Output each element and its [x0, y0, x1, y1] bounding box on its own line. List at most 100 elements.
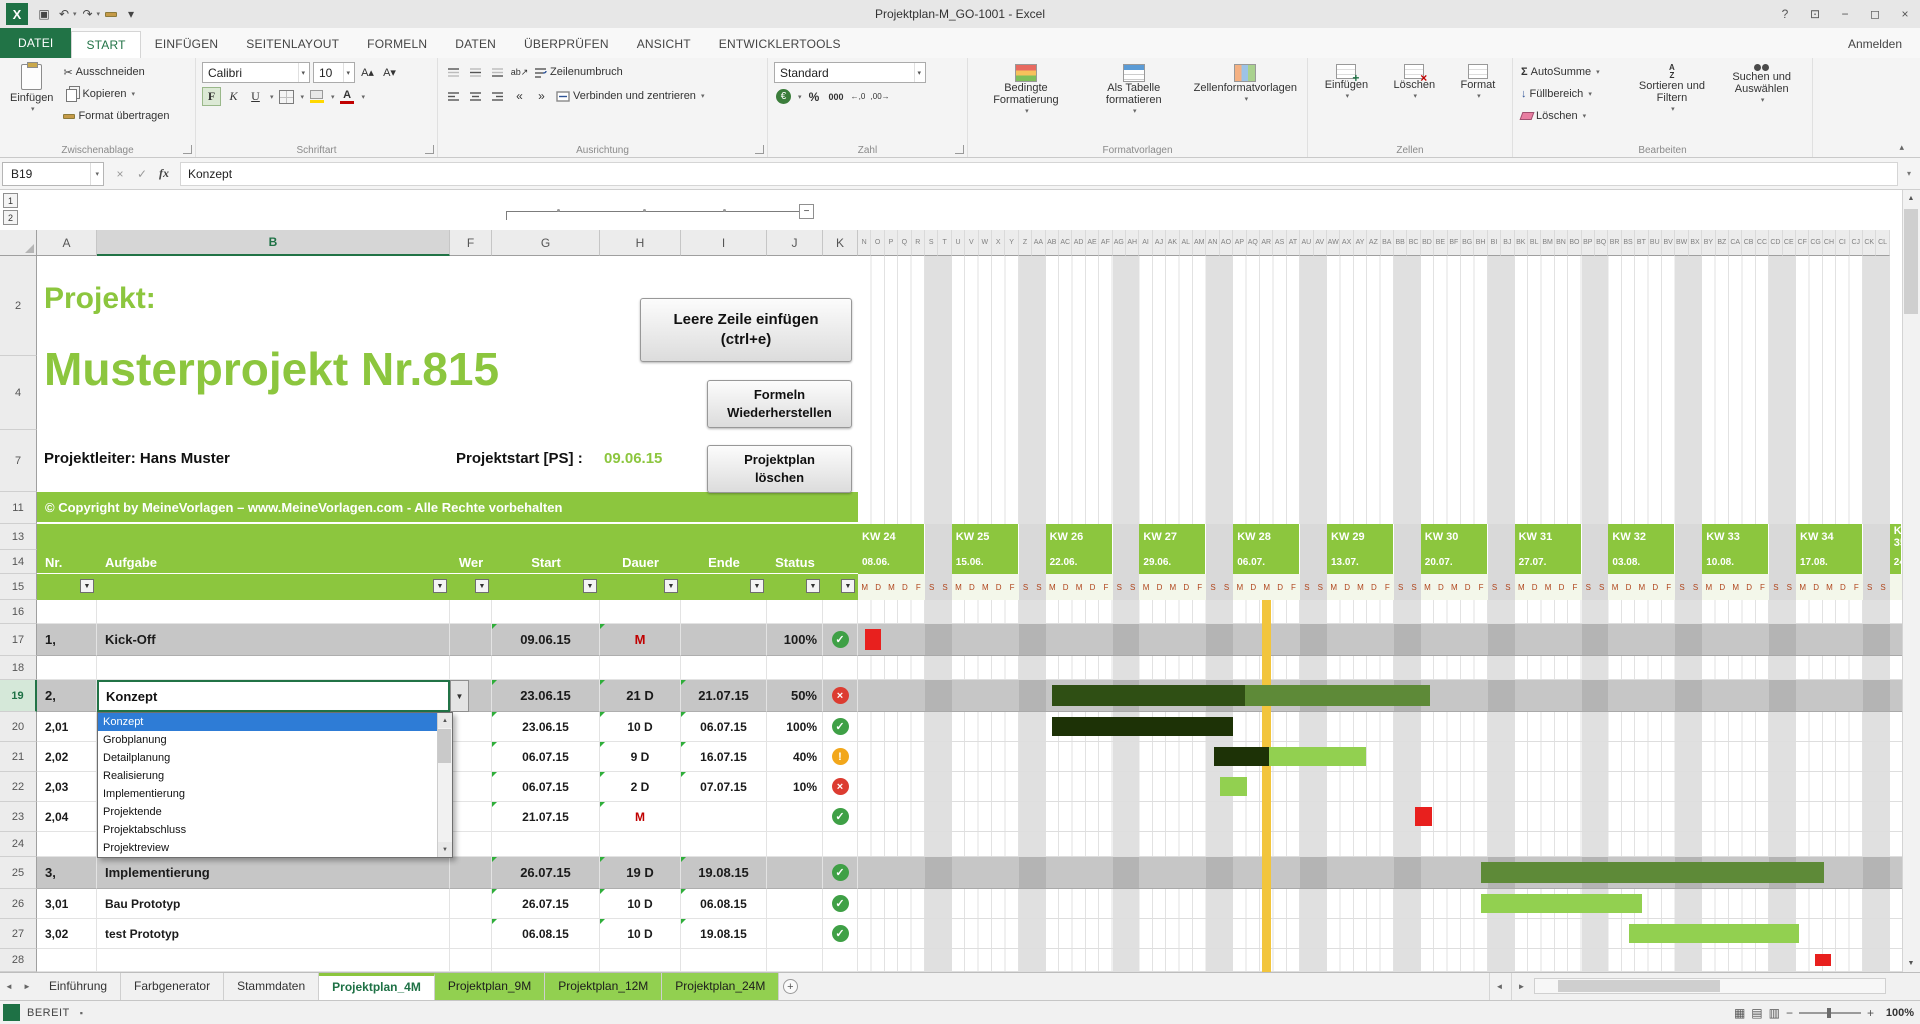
- cell-H22[interactable]: 2 D: [600, 772, 681, 802]
- cell-K23[interactable]: ✓: [823, 802, 858, 832]
- cell-A18[interactable]: [37, 656, 97, 680]
- align-right-icon[interactable]: [488, 87, 507, 106]
- ribbon-tab-entwicklertools[interactable]: ENTWICKLERTOOLS: [705, 31, 855, 58]
- row-header-18[interactable]: 18: [0, 656, 37, 680]
- number-format-select[interactable]: Standard▾: [774, 62, 926, 83]
- cell-B26[interactable]: Bau Prototyp: [97, 889, 450, 919]
- sign-in-link[interactable]: Anmelden: [1848, 31, 1920, 58]
- row-header-7[interactable]: 7: [0, 430, 37, 492]
- cell-styles-dropdown-icon[interactable]: ▾: [1245, 94, 1249, 106]
- restore-button[interactable]: ◻: [1860, 0, 1890, 28]
- help-icon[interactable]: ?: [1770, 0, 1800, 28]
- format-painter-quick-icon[interactable]: [102, 4, 120, 24]
- italic-button[interactable]: K: [224, 87, 243, 106]
- borders-dropdown-icon[interactable]: ▾: [301, 93, 305, 101]
- format-as-table-button[interactable]: Als Tabelle formatieren ▾: [1082, 62, 1186, 142]
- dialog-launcher-icon[interactable]: [425, 145, 434, 154]
- excel-app-icon[interactable]: X: [6, 3, 28, 25]
- cell-A26[interactable]: 3,01: [37, 889, 97, 919]
- align-left-icon[interactable]: [444, 87, 463, 106]
- dropdown-item-5[interactable]: Projektende: [98, 803, 437, 821]
- cell-F22[interactable]: [450, 772, 492, 802]
- cell-G18[interactable]: [492, 656, 600, 680]
- formula-input[interactable]: Konzept: [180, 162, 1898, 186]
- cell-I26[interactable]: 06.08.15: [681, 889, 767, 919]
- clear-plan-button[interactable]: Projektplanlöschen: [707, 445, 852, 493]
- cell-A22[interactable]: 2,03: [37, 772, 97, 802]
- cell-H25[interactable]: 19 D: [600, 857, 681, 889]
- decrease-indent-icon[interactable]: «: [510, 87, 529, 106]
- cell-I27[interactable]: 19.08.15: [681, 919, 767, 949]
- filter-button-J[interactable]: ▼: [806, 579, 820, 593]
- font-size-dropdown-icon[interactable]: ▾: [343, 63, 352, 82]
- paste-button[interactable]: Einfügen ▾: [6, 62, 57, 142]
- cell-I24[interactable]: [681, 832, 767, 857]
- ribbon-display-options-icon[interactable]: ⊡: [1800, 0, 1830, 28]
- select-all-button[interactable]: [0, 230, 37, 256]
- row-header-11[interactable]: 11: [0, 492, 37, 524]
- cell-A17[interactable]: 1,: [37, 624, 97, 656]
- sheet-tab-farbgenerator[interactable]: Farbgenerator: [121, 973, 224, 1000]
- clear-dropdown-icon[interactable]: ▾: [1583, 112, 1587, 120]
- sort-filter-dropdown-icon[interactable]: ▾: [1671, 104, 1675, 116]
- outline-level-1[interactable]: 1: [3, 193, 18, 208]
- sheet-tab-projektplan-9m[interactable]: Projektplan_9M: [435, 973, 545, 1000]
- cell-K25[interactable]: ✓: [823, 857, 858, 889]
- collapse-ribbon-icon[interactable]: ▴: [1899, 142, 1904, 153]
- cell-G25[interactable]: 26.07.15: [492, 857, 600, 889]
- filter-button-F[interactable]: ▼: [475, 579, 489, 593]
- cell-J22[interactable]: 10%: [767, 772, 823, 802]
- dropdown-scroll-up-icon[interactable]: ▲: [437, 713, 452, 728]
- cell-A20[interactable]: 2,01: [37, 712, 97, 742]
- cell-B28[interactable]: [97, 949, 450, 972]
- row-header-14[interactable]: 14: [0, 550, 37, 574]
- cell-H24[interactable]: [600, 832, 681, 857]
- insert-cells-button[interactable]: Einfügen ▾: [1321, 62, 1372, 142]
- cell-F18[interactable]: [450, 656, 492, 680]
- ribbon-tab-formeln[interactable]: FORMELN: [353, 31, 441, 58]
- insert-empty-row-button[interactable]: Leere Zeile einfügen(ctrl+e): [640, 298, 852, 362]
- cell-K20[interactable]: ✓: [823, 712, 858, 742]
- align-middle-icon[interactable]: [466, 63, 485, 82]
- vscroll-down-icon[interactable]: ▼: [1902, 955, 1920, 972]
- delete-cells-dropdown-icon[interactable]: ▾: [1414, 91, 1418, 103]
- increase-decimal-icon[interactable]: ←,0: [849, 87, 868, 106]
- ribbon-tab-daten[interactable]: DATEN: [441, 31, 510, 58]
- cell-K16[interactable]: [823, 600, 858, 624]
- conditional-dropdown-icon[interactable]: ▾: [1025, 106, 1029, 118]
- cell-K24[interactable]: [823, 832, 858, 857]
- cell-F27[interactable]: [450, 919, 492, 949]
- cell-A23[interactable]: 2,04: [37, 802, 97, 832]
- minimize-button[interactable]: −: [1830, 0, 1860, 28]
- paste-dropdown-icon[interactable]: ▾: [31, 104, 35, 116]
- cell-I20[interactable]: 06.07.15: [681, 712, 767, 742]
- filter-button-A[interactable]: ▼: [80, 579, 94, 593]
- vscroll-thumb[interactable]: [1904, 209, 1918, 314]
- dropdown-item-7[interactable]: Projektreview: [98, 839, 437, 857]
- selected-cell[interactable]: Konzept: [97, 680, 450, 712]
- row-header-16[interactable]: 16: [0, 600, 37, 624]
- ribbon-tab-ansicht[interactable]: ANSICHT: [623, 31, 705, 58]
- cell-K28[interactable]: [823, 949, 858, 972]
- cell-J25[interactable]: [767, 857, 823, 889]
- enter-icon[interactable]: ✓: [132, 167, 152, 181]
- cell-B25[interactable]: Implementierung: [97, 857, 450, 889]
- cell-A28[interactable]: [37, 949, 97, 972]
- font-family-dropdown-icon[interactable]: ▾: [298, 63, 307, 82]
- cell-K27[interactable]: ✓: [823, 919, 858, 949]
- decrease-decimal-icon[interactable]: ,00→: [871, 87, 890, 106]
- sheet-tab-einfuehrung[interactable]: Einführung: [36, 973, 121, 1000]
- ribbon-tab-einfuegen[interactable]: EINFÜGEN: [141, 31, 233, 58]
- customize-qat-icon[interactable]: ▾: [122, 4, 140, 24]
- cell-styles-button[interactable]: Zellenformatvorlagen ▾: [1190, 62, 1301, 142]
- restore-formulas-button[interactable]: FormelnWiederherstellen: [707, 380, 852, 428]
- row-header-28[interactable]: 28: [0, 949, 37, 972]
- column-header-B[interactable]: B: [97, 230, 450, 256]
- zoom-slider[interactable]: [1799, 1012, 1861, 1014]
- cell-I18[interactable]: [681, 656, 767, 680]
- delete-cells-button[interactable]: Löschen ▾: [1390, 62, 1440, 142]
- filter-button-I[interactable]: ▼: [750, 579, 764, 593]
- cell-I16[interactable]: [681, 600, 767, 624]
- clear-button[interactable]: Löschen▾: [1519, 106, 1627, 126]
- cell-F25[interactable]: [450, 857, 492, 889]
